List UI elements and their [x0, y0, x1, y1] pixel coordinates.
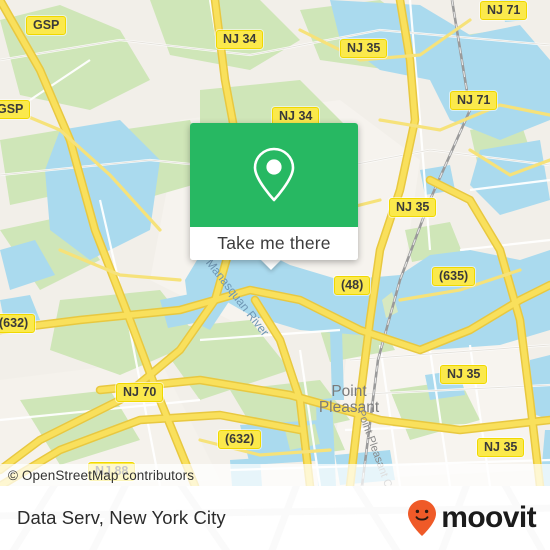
- moovit-wordmark: moovit: [441, 501, 536, 534]
- map-attribution-text: © OpenStreetMap contributors: [8, 467, 195, 483]
- highway-shield: NJ 70: [116, 383, 164, 402]
- take-me-there-button[interactable]: Take me there: [190, 227, 358, 260]
- highway-shield: (635): [432, 267, 476, 286]
- screenshot-root: Point Pleasant Manasquan River Point Ple…: [0, 0, 550, 550]
- footer-bar: Data Serv, New York City moovit: [0, 486, 550, 550]
- highway-shield: GSP: [26, 16, 67, 35]
- highway-shield: NJ 35: [440, 365, 488, 384]
- moovit-logo[interactable]: moovit: [407, 499, 550, 537]
- take-me-there-label: Take me there: [217, 233, 331, 253]
- callout-tail: [260, 259, 282, 270]
- highway-shield: NJ 71: [450, 91, 498, 110]
- page-title: Data Serv, New York City: [17, 507, 226, 528]
- moovit-smiley-pin-icon: [408, 500, 437, 536]
- highway-shield: NJ 35: [340, 39, 388, 58]
- highway-shield: (632): [0, 314, 36, 333]
- location-callout-card[interactable]: Take me there: [190, 123, 358, 260]
- map-attribution[interactable]: © OpenStreetMap contributors: [0, 464, 550, 486]
- highway-shield: NJ 35: [389, 198, 437, 217]
- highway-shield: (632): [218, 430, 262, 449]
- highway-shield: GSP: [0, 100, 31, 119]
- highway-shield: NJ 71: [480, 1, 528, 20]
- highway-shield: (48): [334, 276, 371, 295]
- location-pin-icon: [253, 147, 295, 202]
- callout-icon-area: [190, 123, 358, 227]
- highway-shield: NJ 35: [477, 438, 525, 457]
- highway-shield: NJ 34: [216, 30, 264, 49]
